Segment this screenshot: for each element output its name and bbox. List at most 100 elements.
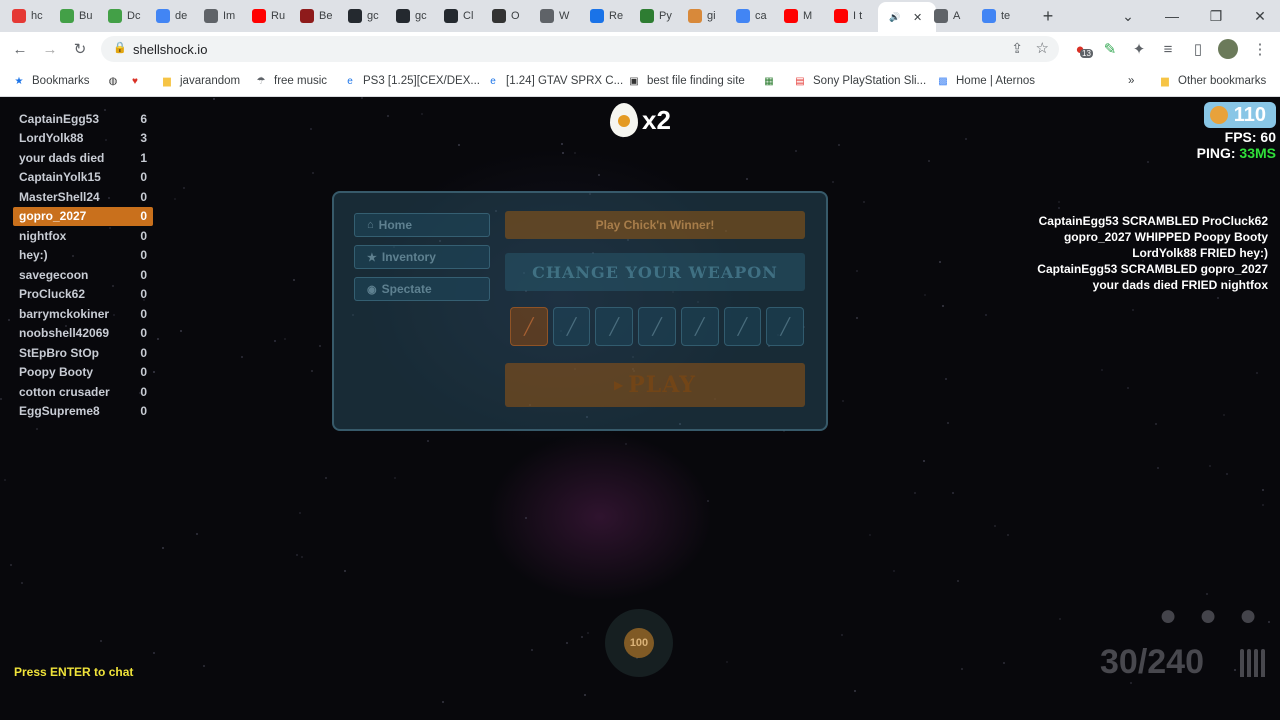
window-close-icon[interactable]: ✕ [1250,6,1270,26]
weapon-slot-scrambler[interactable]: ╱ [552,307,591,346]
browser-tab[interactable]: Im [204,4,244,28]
tab-favicon-icon [784,9,798,23]
weapon-slot-rpegg[interactable]: ╱ [638,307,676,346]
player-name: savegecoon [19,267,89,282]
extension-shield-icon[interactable]: ● 13 [1070,39,1093,59]
side-panel-icon[interactable]: ▯ [1188,39,1208,59]
bookmark-item[interactable]: ▩ Home | Aternos [936,72,1035,90]
browser-tab[interactable]: Py [640,4,680,28]
extensions-puzzle-icon[interactable]: ✦ [1129,39,1149,59]
tab-search-icon[interactable]: ⌄ [1118,6,1138,26]
bookmark-item[interactable]: e PS3 [1.25][CEX/DEX... [343,72,480,90]
browser-tab[interactable]: de [156,4,196,28]
star-particle [361,97,363,99]
grenade-icon: ● [1238,599,1258,632]
image-icon: ▦ [764,75,774,87]
bookmark-item[interactable]: ▣ best file finding site [627,72,745,90]
more-bookmarks-icon[interactable]: » [1128,72,1134,90]
profile-avatar[interactable] [1218,39,1238,59]
tab-title: de [175,10,188,22]
browser-tab[interactable]: 🔊 ✕ [878,2,936,32]
home-button[interactable]: ⌂ Home [354,213,490,237]
heart-icon: ♥ [132,75,138,87]
star-particle [296,554,298,556]
minimize-icon[interactable]: — [1162,6,1182,26]
play-button[interactable]: ▶ PLAY [505,363,805,407]
spectate-button[interactable]: ◉ Spectate [354,277,490,301]
bookmark-item[interactable]: ◍ [106,72,126,90]
star-icon: ★ [14,75,24,87]
restore-icon[interactable]: ❐ [1206,6,1226,26]
game-canvas[interactable]: CaptainEgg53 6 LordYolk88 3 your dads died 1 C… [0,97,1280,720]
currency-badge[interactable]: 110 [1203,102,1276,128]
star-particle [153,652,155,654]
star-particle [311,370,313,372]
browser-tab[interactable]: hc [12,4,52,28]
back-icon[interactable]: ← [10,39,30,59]
inventory-button[interactable]: ★ Inventory [354,245,490,269]
player-score: 0 [140,326,147,341]
weapon-slot-free-ranger[interactable]: ╱ [595,307,634,346]
star-particle [945,378,947,380]
play-chickn-winner-button[interactable]: Play Chick'n Winner! [505,211,805,239]
forward-icon[interactable]: → [40,39,60,59]
player-score: 0 [140,189,147,204]
close-tab-icon[interactable]: ✕ [913,11,922,24]
weapon-slot-eggk47[interactable]: ╱ [510,307,548,346]
star-particle [1234,669,1236,671]
browser-tab[interactable]: ca [736,4,776,28]
share-icon[interactable]: ⇪ [1011,40,1023,57]
bag-icon: ▤ [795,75,805,87]
tab-title: A [953,10,961,22]
browser-tab[interactable]: Re [590,4,630,28]
weapon-slot-crackshot[interactable]: ╱ [723,307,762,346]
star-particle [1256,372,1258,374]
weapon-slot-trihard[interactable]: ╱ [766,307,805,346]
new-tab-icon[interactable]: + [1038,6,1058,26]
bookmark-item[interactable]: e [1.24] GTAV SPRX C... [486,72,623,90]
star-particle [1262,489,1264,491]
browser-tab[interactable]: Dc [108,4,148,28]
browser-tab[interactable]: Be [300,4,340,28]
bookmark-item[interactable]: ♥ [128,72,148,90]
browser-tab[interactable]: I t [834,4,874,28]
media-control-icon[interactable]: ≡ [1158,39,1178,59]
url-text[interactable]: shellshock.io [133,42,207,57]
browser-tab[interactable]: gc [348,4,388,28]
player-score: 0 [140,287,147,302]
browser-tab[interactable]: W [540,4,580,28]
reload-icon[interactable]: ↻ [70,39,90,59]
browser-tab[interactable]: M [784,4,824,28]
browser-tab[interactable]: Cl [444,4,484,28]
address-bar[interactable]: 🔒 shellshock.io ⇪ ☆ [101,36,1059,62]
player-name: your dads died [19,150,105,165]
weapon-slot-whipper[interactable]: ╱ [680,307,719,346]
spectate-label: Spectate [381,282,432,296]
bookmark-item[interactable]: ★ Bookmarks [12,72,90,90]
browser-tab[interactable]: O [492,4,532,28]
browser-tab[interactable]: Bu [60,4,100,28]
browser-tab[interactable]: A [934,4,974,28]
star-particle [832,181,834,183]
star-particle [293,279,295,281]
leaderboard-row: noobshell42069 0 [13,324,153,344]
kill-feed-entry: your dads died FRIED nightfox [1092,278,1268,292]
bookmark-star-icon[interactable]: ☆ [1036,39,1049,57]
bookmark-item[interactable]: ▆ javarandom [160,72,240,90]
bookmark-label: javarandom [180,75,241,87]
menu-kebab-icon[interactable]: ⋮ [1250,39,1270,59]
e-icon: e [347,75,353,87]
player-score: 0 [140,228,147,243]
browser-tab[interactable]: Ru [252,4,292,28]
browser-tab[interactable]: gc [396,4,436,28]
bookmark-item[interactable]: ▤ Sony PlayStation Sli... [793,72,926,90]
other-bookmarks[interactable]: ▆ Other bookmarks [1158,72,1266,90]
extension-edit-icon[interactable]: ✎ [1100,39,1120,59]
health-ring: 100 [605,609,673,677]
browser-tab[interactable]: gi [688,4,728,28]
shotgun-icon: ╱ [566,318,577,336]
bookmark-item[interactable]: ☂ free music [254,72,328,90]
player-name: ProCluck62 [19,287,86,302]
browser-tab[interactable]: te [982,4,1022,28]
bookmark-item[interactable]: ▦ [762,72,782,90]
